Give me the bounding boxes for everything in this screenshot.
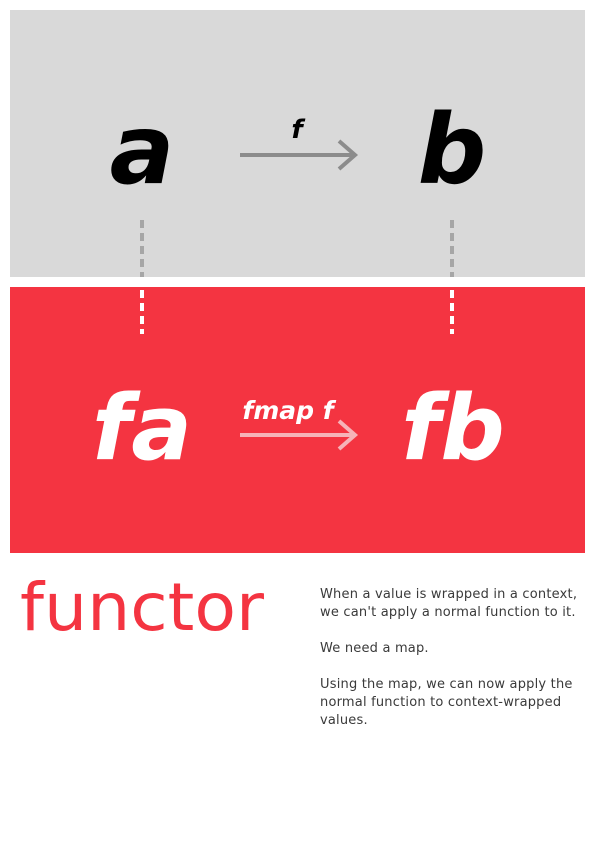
- description-paragraph-1: When a value is wrapped in a context, we…: [320, 587, 578, 620]
- fmap-label: fmap f: [242, 396, 336, 425]
- page-title: functor: [20, 569, 265, 646]
- value-fa: fa: [92, 376, 192, 481]
- description-paragraph-2: We need a map.: [320, 641, 429, 656]
- description: When a value is wrapped in a context, we…: [320, 586, 582, 748]
- value-fb: fb: [401, 376, 505, 481]
- value-a: a: [110, 94, 175, 206]
- value-b: b: [418, 94, 487, 206]
- description-paragraph-3: Using the map, we can now apply the norm…: [320, 677, 573, 728]
